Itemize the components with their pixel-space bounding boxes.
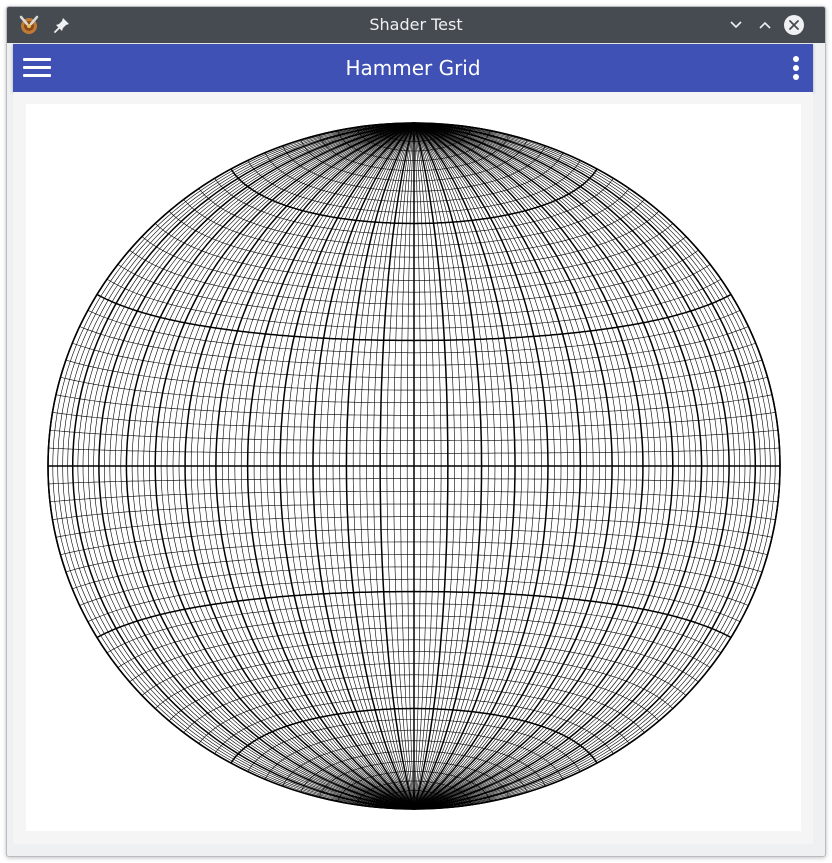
app-toolbar: Hammer Grid bbox=[13, 44, 813, 92]
more-vert-icon[interactable] bbox=[791, 54, 801, 82]
window-title: Shader Test bbox=[369, 15, 463, 34]
page-title: Hammer Grid bbox=[345, 56, 481, 80]
shader-canvas[interactable] bbox=[26, 104, 801, 831]
close-icon[interactable] bbox=[783, 14, 805, 36]
maximize-icon[interactable] bbox=[754, 14, 776, 36]
content-area bbox=[13, 92, 813, 844]
minimize-icon[interactable] bbox=[725, 14, 747, 36]
app-window: Shader Test Hammer Grid bbox=[6, 6, 826, 857]
kde-app-icon[interactable] bbox=[18, 14, 40, 36]
hammer-grid-graphic bbox=[47, 122, 781, 810]
pin-icon[interactable] bbox=[53, 16, 71, 34]
window-titlebar[interactable]: Shader Test bbox=[7, 7, 825, 43]
